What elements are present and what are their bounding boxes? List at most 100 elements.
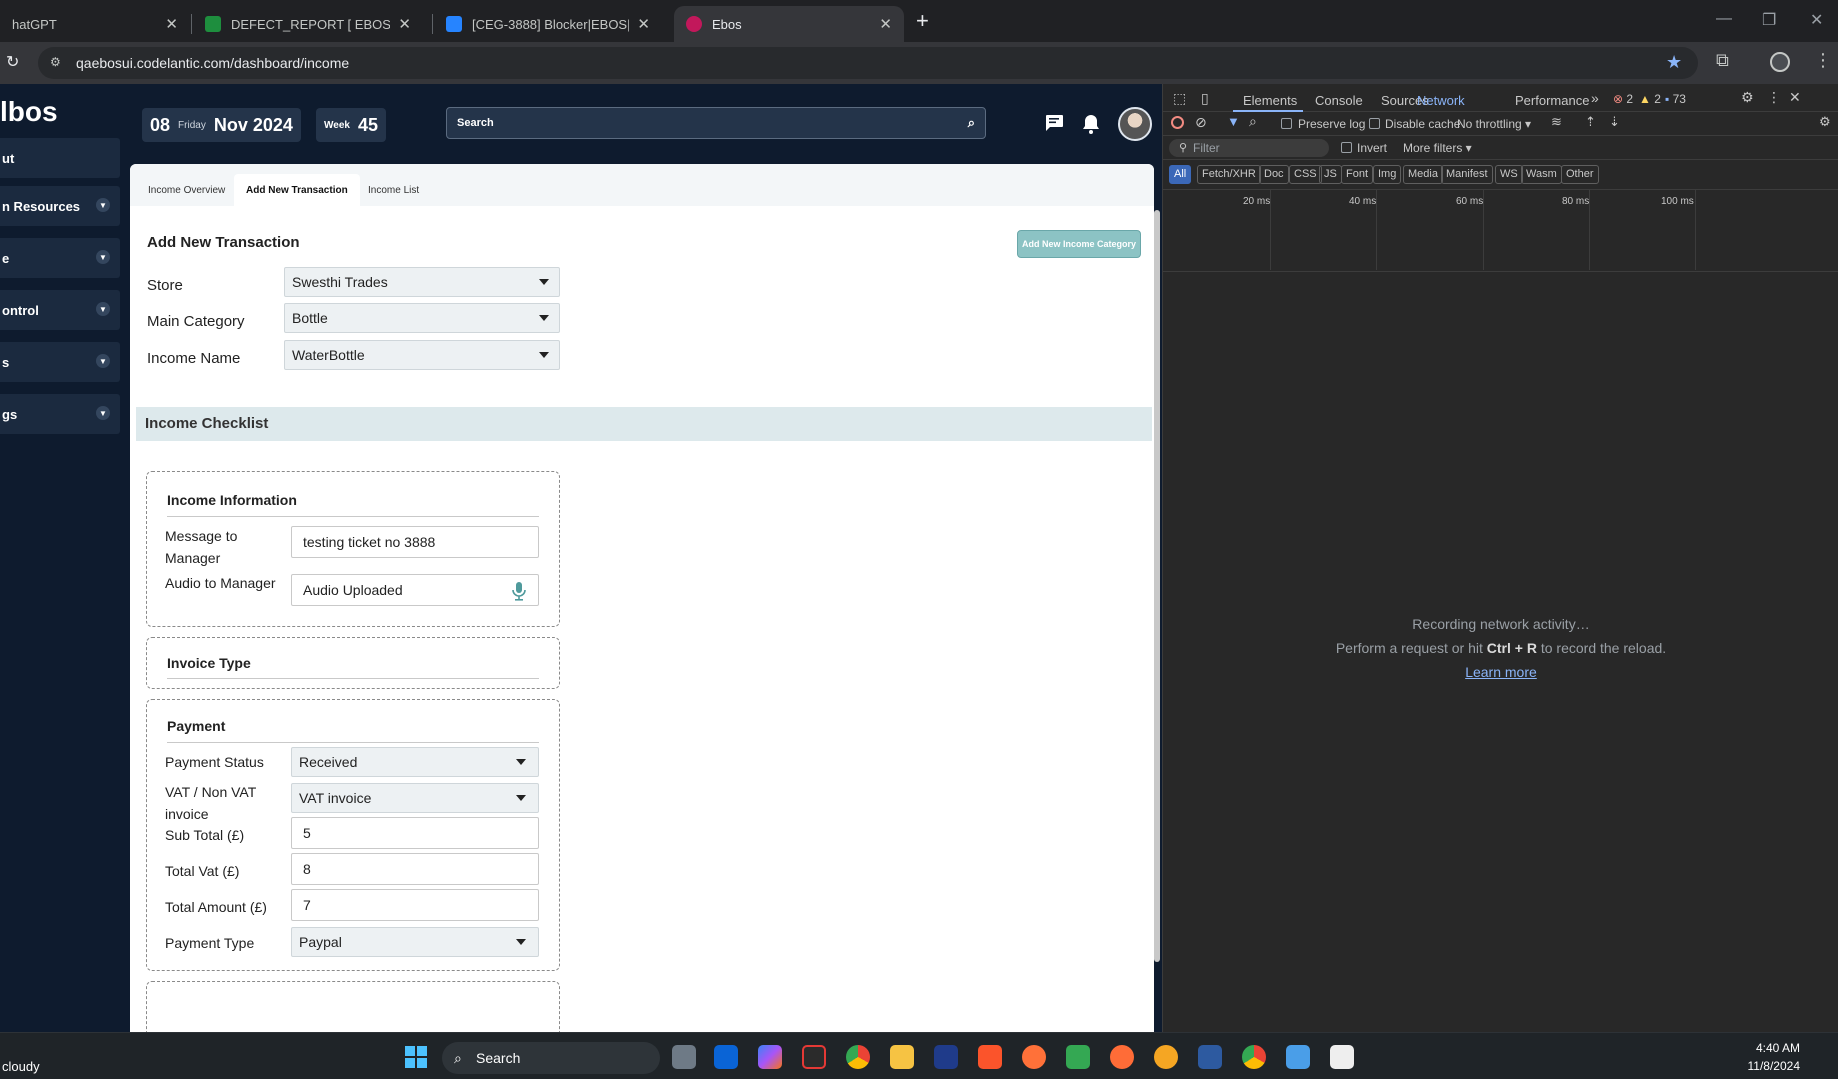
new-tab-icon[interactable]: + bbox=[916, 8, 929, 34]
close-window-icon[interactable]: ✕ bbox=[1810, 10, 1823, 30]
search-input[interactable]: Search ⌕ bbox=[446, 107, 986, 139]
notepad-icon[interactable] bbox=[1286, 1045, 1310, 1069]
network-overview-timeline[interactable]: 20 ms 40 ms 60 ms 80 ms 100 ms bbox=[1163, 190, 1838, 272]
devtools-tab-console[interactable]: Console bbox=[1315, 93, 1363, 108]
search-icon[interactable]: ⌕ bbox=[1249, 113, 1257, 130]
tab-add-new-transaction[interactable]: Add New Transaction bbox=[234, 174, 360, 206]
throttling-select[interactable]: No throttling ▾ bbox=[1457, 117, 1531, 131]
subtotal-input[interactable]: 5 bbox=[291, 817, 539, 849]
chrome-profile-icon[interactable] bbox=[1242, 1045, 1266, 1069]
menu-dots-icon[interactable]: ⋮ bbox=[1814, 50, 1832, 71]
taskbar-search[interactable]: ⌕ Search bbox=[442, 1042, 660, 1074]
firefox-icon[interactable] bbox=[1022, 1045, 1046, 1069]
profile-icon[interactable] bbox=[1770, 52, 1790, 72]
devtools-tab-network[interactable]: Network bbox=[1417, 93, 1465, 108]
devtools-tab-performance[interactable]: Performance bbox=[1515, 93, 1589, 108]
taskbar-time[interactable]: 4:40 AM bbox=[1710, 1041, 1800, 1055]
site-info-icon[interactable]: ⚙ bbox=[50, 55, 61, 69]
tab-jira-ticket[interactable]: [CEG-3888] Blocker|EBOS|Incom ✕ bbox=[434, 6, 662, 42]
sidebar-item-control[interactable]: ontrol ▼ bbox=[0, 290, 120, 330]
postman-icon[interactable] bbox=[1110, 1045, 1134, 1069]
error-count[interactable]: ⊗ 2 bbox=[1613, 92, 1633, 106]
add-new-income-category-button[interactable]: Add New Income Category bbox=[1017, 230, 1141, 258]
filter-chip-all[interactable]: All bbox=[1169, 165, 1192, 184]
filter-chip-font[interactable]: Font bbox=[1341, 165, 1374, 184]
avatar[interactable] bbox=[1118, 107, 1152, 141]
outlook-icon[interactable] bbox=[714, 1045, 738, 1069]
import-har-icon[interactable]: ⇡ bbox=[1585, 114, 1596, 130]
tab-chatgpt[interactable]: hatGPT ✕ bbox=[0, 6, 190, 42]
tab-income-list[interactable]: Income List bbox=[356, 174, 431, 206]
audio-to-manager-field[interactable]: Audio Uploaded bbox=[291, 574, 539, 606]
recorder-icon[interactable] bbox=[802, 1045, 826, 1069]
filter-chip-fetch-xhr[interactable]: Fetch/XHR bbox=[1197, 165, 1261, 184]
clear-icon[interactable]: ⊘ bbox=[1195, 114, 1207, 131]
sidebar-item-reports[interactable]: s ▼ bbox=[0, 342, 120, 382]
warning-count[interactable]: ▲ 2 bbox=[1639, 92, 1661, 106]
total-vat-input[interactable]: 8 bbox=[291, 853, 539, 885]
intellij-icon[interactable] bbox=[934, 1045, 958, 1069]
payment-status-select[interactable]: Received bbox=[291, 747, 539, 777]
sidebar-item-settings[interactable]: gs ▼ bbox=[0, 394, 120, 434]
minimize-icon[interactable]: — bbox=[1716, 10, 1732, 28]
chrome-icon[interactable] bbox=[846, 1045, 870, 1069]
extensions-icon[interactable]: ⧉ bbox=[1716, 50, 1729, 71]
filter-chip-media[interactable]: Media bbox=[1403, 165, 1443, 184]
chat-app-icon[interactable] bbox=[1066, 1045, 1090, 1069]
close-tab-icon[interactable]: ✕ bbox=[165, 15, 178, 33]
close-tab-icon[interactable]: ✕ bbox=[879, 15, 892, 33]
store-select[interactable]: Swesthi Trades bbox=[284, 267, 560, 297]
taskbar-date[interactable]: 11/8/2024 bbox=[1710, 1059, 1801, 1073]
sidebar-item-about[interactable]: ut bbox=[0, 138, 120, 178]
income-name-select[interactable]: WaterBottle bbox=[284, 340, 560, 370]
filter-chip-img[interactable]: Img bbox=[1373, 165, 1402, 184]
close-devtools-icon[interactable]: ✕ bbox=[1789, 89, 1801, 106]
copilot-icon[interactable] bbox=[758, 1045, 782, 1069]
network-conditions-icon[interactable]: ≋ bbox=[1551, 114, 1562, 130]
filter-chip-ws[interactable]: WS bbox=[1495, 165, 1523, 184]
sidebar-item-finance[interactable]: e ▼ bbox=[0, 238, 120, 278]
more-filters-dropdown[interactable]: More filters ▾ bbox=[1403, 141, 1472, 155]
file-explorer-icon[interactable] bbox=[672, 1045, 696, 1069]
message-count[interactable]: ▪ 73 bbox=[1665, 92, 1686, 106]
filter-chip-wasm[interactable]: Wasm bbox=[1521, 165, 1562, 184]
settings-gear-icon[interactable]: ⚙ bbox=[1741, 89, 1754, 106]
inspect-element-icon[interactable]: ⬚ bbox=[1173, 90, 1186, 107]
export-har-icon[interactable]: ⇣ bbox=[1609, 114, 1620, 130]
invert-checkbox[interactable] bbox=[1341, 142, 1352, 153]
notification-bell-icon[interactable] bbox=[1082, 114, 1100, 139]
vscode-icon[interactable] bbox=[1198, 1045, 1222, 1069]
menu-dots-icon[interactable]: ⋮ bbox=[1767, 89, 1781, 106]
filter-chip-other[interactable]: Other bbox=[1561, 165, 1599, 184]
restore-icon[interactable]: ❐ bbox=[1762, 10, 1776, 30]
tab-defect-report[interactable]: DEFECT_REPORT [ EBOS ] - Goo ✕ bbox=[193, 6, 423, 42]
main-category-select[interactable]: Bottle bbox=[284, 303, 560, 333]
preserve-log-checkbox[interactable] bbox=[1281, 118, 1292, 129]
filter-chip-js[interactable]: JS bbox=[1319, 165, 1342, 184]
network-settings-icon[interactable]: ⚙ bbox=[1819, 114, 1831, 130]
vat-select[interactable]: VAT invoice bbox=[291, 783, 539, 813]
filter-icon[interactable]: ▼ bbox=[1227, 114, 1240, 129]
bookmark-star-icon[interactable]: ★ bbox=[1666, 52, 1682, 73]
app-icon[interactable] bbox=[1154, 1045, 1178, 1069]
close-tab-icon[interactable]: ✕ bbox=[637, 15, 650, 33]
device-toolbar-icon[interactable]: ▯ bbox=[1201, 90, 1209, 107]
windows-start-icon[interactable] bbox=[404, 1045, 428, 1069]
snipping-tool-icon[interactable] bbox=[1330, 1045, 1354, 1069]
reload-icon[interactable]: ↻ bbox=[6, 52, 19, 72]
learn-more-link[interactable]: Learn more bbox=[1163, 664, 1838, 680]
more-tabs-icon[interactable]: » bbox=[1591, 90, 1599, 106]
disable-cache-checkbox[interactable] bbox=[1369, 118, 1380, 129]
folder-icon[interactable] bbox=[890, 1045, 914, 1069]
filter-chip-manifest[interactable]: Manifest bbox=[1441, 165, 1493, 184]
total-amount-input[interactable]: 7 bbox=[291, 889, 539, 921]
close-tab-icon[interactable]: ✕ bbox=[398, 15, 411, 33]
search-icon[interactable]: ⌕ bbox=[968, 108, 975, 138]
scrollbar[interactable] bbox=[1154, 210, 1160, 962]
message-to-manager-input[interactable]: testing ticket no 3888 bbox=[291, 526, 539, 558]
tab-income-overview[interactable]: Income Overview bbox=[136, 174, 237, 206]
brave-icon[interactable] bbox=[978, 1045, 1002, 1069]
address-bar[interactable]: ⚙ qaebosui.codelantic.com/dashboard/inco… bbox=[38, 47, 1698, 79]
payment-type-select[interactable]: Paypal bbox=[291, 927, 539, 957]
weather-widget[interactable]: cloudy bbox=[2, 1059, 40, 1074]
